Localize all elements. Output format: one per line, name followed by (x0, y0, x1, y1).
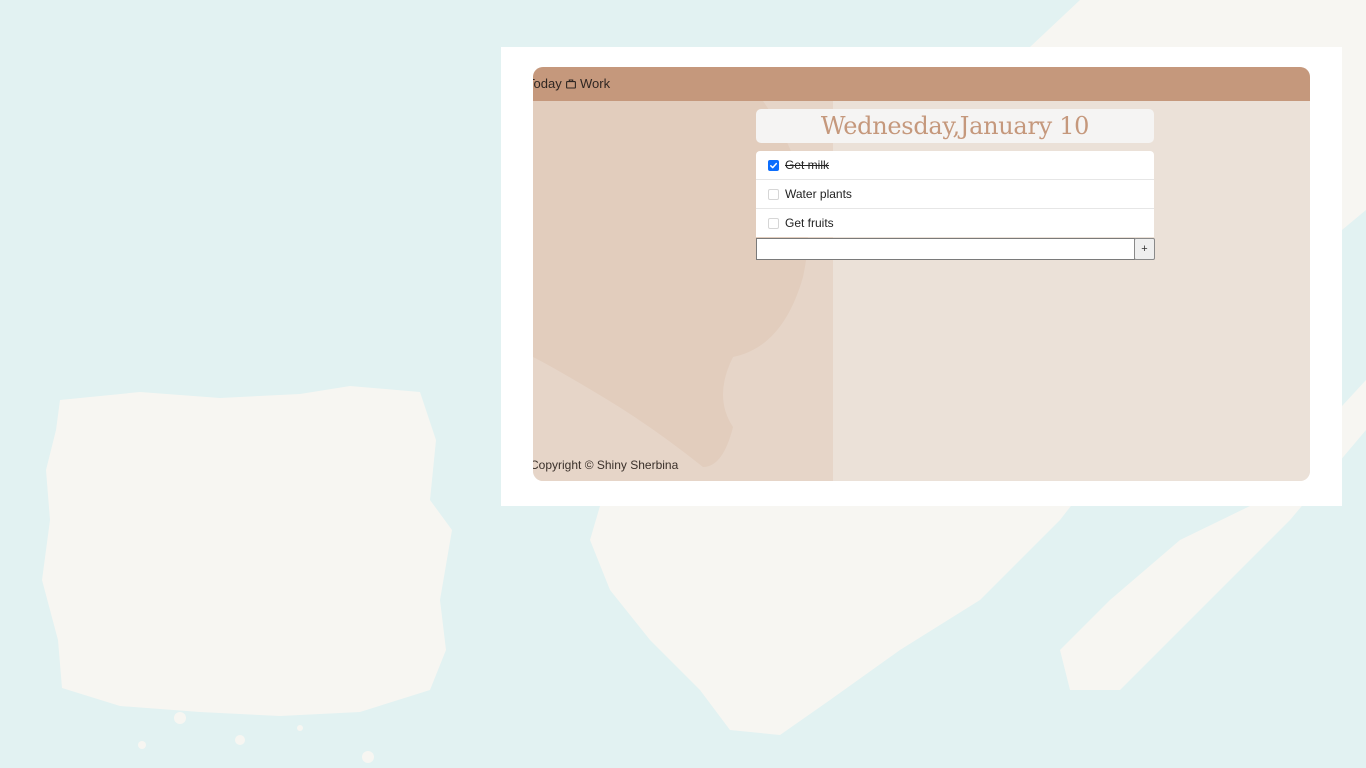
new-task-input[interactable] (756, 238, 1135, 260)
nav-link-today[interactable]: Today (533, 67, 562, 101)
task-checkbox[interactable] (768, 188, 779, 200)
task-label: Water plants (785, 187, 852, 201)
task-item: Get fruits (756, 209, 1154, 237)
task-label: Get fruits (785, 216, 834, 230)
add-task-row: + (756, 238, 1155, 260)
task-list: Get milk Water plants Get fruits (756, 151, 1154, 237)
add-task-button[interactable]: + (1134, 238, 1155, 260)
app-window-frame: Today Work Wednesday,January 10 (501, 47, 1342, 506)
nav-link-work-label: Work (580, 76, 611, 91)
task-item: Get milk (756, 151, 1154, 180)
checkmark-icon (770, 162, 778, 168)
day-title: Wednesday,January 10 (756, 109, 1154, 143)
nav-link-work[interactable]: Work (566, 67, 610, 101)
top-navbar: Today Work (533, 67, 1310, 101)
task-item: Water plants (756, 180, 1154, 209)
todo-app: Today Work Wednesday,January 10 (533, 67, 1310, 481)
copyright-footer: Copyright © Shiny Sherbina (533, 458, 679, 472)
task-label: Get milk (785, 158, 830, 172)
task-checkbox[interactable] (768, 217, 779, 229)
briefcase-icon (566, 79, 576, 89)
task-checkbox[interactable] (768, 159, 779, 171)
